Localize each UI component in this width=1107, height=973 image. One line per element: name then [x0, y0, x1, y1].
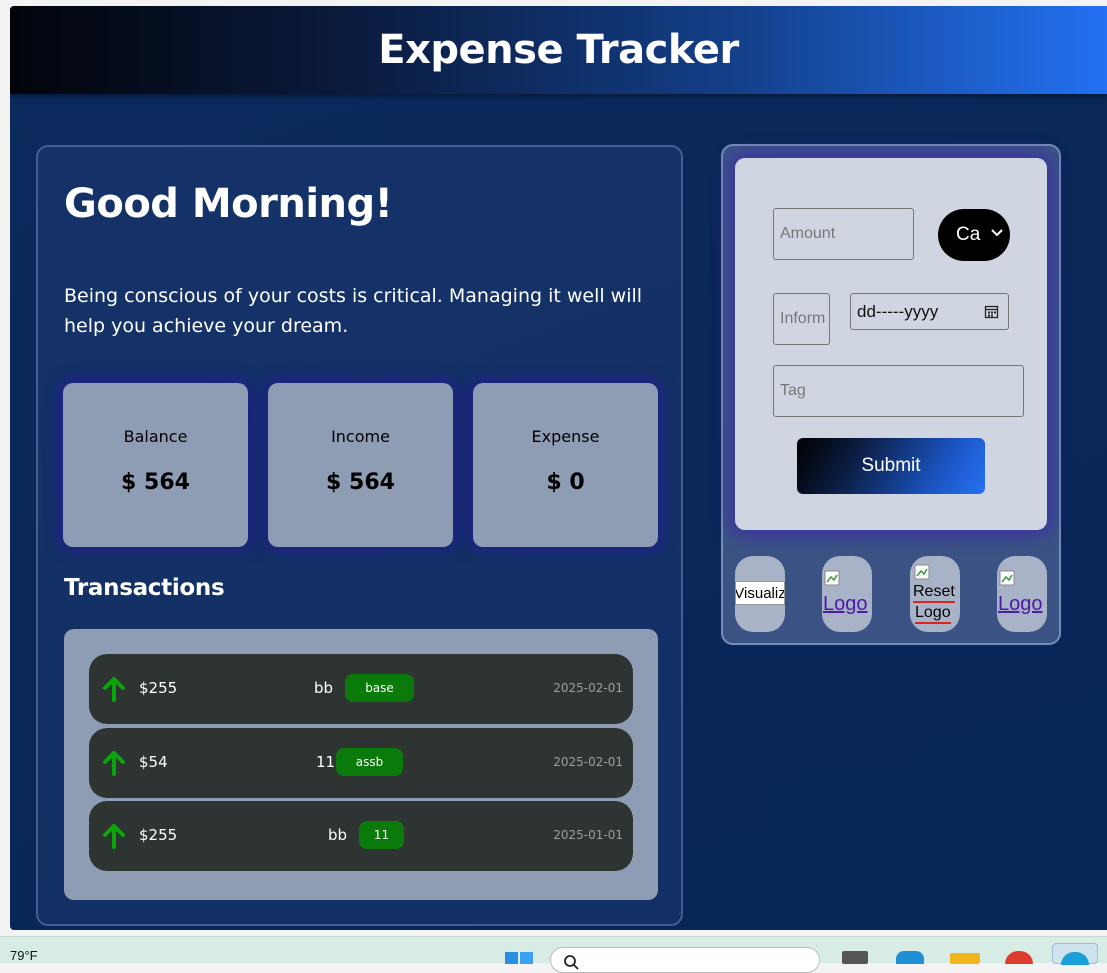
balance-card: Balance $ 564	[63, 383, 248, 547]
edge-icon[interactable]	[1052, 943, 1098, 965]
visualize-button[interactable]: Visualiz	[735, 556, 785, 632]
calendar-icon[interactable]	[984, 304, 999, 319]
chrome-icon[interactable]	[1005, 951, 1033, 964]
transaction-amount: $255	[139, 826, 178, 844]
logo-link[interactable]: Logo	[823, 593, 868, 616]
category-value: Ca	[956, 224, 981, 245]
transactions-list: $255 bb base 2025-02-01 $54 11 assb 2025…	[64, 629, 658, 900]
transaction-info: 11	[316, 753, 336, 771]
taskbar: 79°F	[0, 936, 1107, 973]
transaction-row[interactable]: $54 11 assb 2025-02-01	[89, 728, 633, 798]
reset-button[interactable]: Reset Logo	[910, 556, 960, 632]
expense-value: $ 0	[546, 470, 585, 495]
transaction-amount: $54	[139, 753, 168, 771]
broken-image-icon	[914, 564, 930, 580]
weather-readout[interactable]: 79°F	[10, 948, 38, 963]
reset-logo-alt-text: Logo	[915, 604, 951, 624]
logo-link-button-2[interactable]: Logo	[997, 556, 1047, 632]
transaction-row[interactable]: $255 bb base 2025-02-01	[89, 654, 633, 724]
taskbar-search[interactable]	[550, 947, 820, 973]
transactions-heading: Transactions	[64, 575, 225, 601]
broken-image-icon	[824, 570, 840, 586]
transaction-date: 2025-01-01	[553, 828, 623, 842]
chevron-down-icon	[991, 229, 1003, 237]
income-value: $ 564	[326, 470, 395, 495]
transaction-tag: 11	[359, 821, 404, 849]
app-icon[interactable]	[896, 951, 924, 964]
logo-link[interactable]: Logo	[998, 593, 1043, 616]
tag-input[interactable]: Tag	[773, 365, 1024, 417]
arrow-up-icon	[103, 751, 125, 776]
greeting-heading: Good Morning!	[64, 181, 393, 227]
amount-input[interactable]: Amount	[773, 208, 914, 260]
form-panel: Amount Ca Inform dd-----yyyy Tag Submit	[721, 144, 1061, 645]
transaction-date: 2025-02-01	[553, 755, 623, 769]
transaction-tag: assb	[336, 748, 403, 776]
app-window: Expense Tracker Good Morning! Being cons…	[10, 6, 1107, 930]
submit-button[interactable]: Submit	[797, 438, 985, 494]
expense-label: Expense	[531, 427, 600, 446]
transaction-date: 2025-02-01	[553, 681, 623, 695]
date-placeholder: dd-----yyyy	[857, 301, 939, 321]
income-label: Income	[331, 427, 390, 446]
visualize-alt-text: Visualiz	[735, 581, 785, 605]
search-icon	[564, 955, 579, 970]
income-card: Income $ 564	[268, 383, 453, 547]
transaction-info: bb	[328, 826, 348, 844]
date-input[interactable]: dd-----yyyy	[850, 293, 1009, 330]
transaction-info: bb	[314, 679, 334, 697]
reset-alt-text: Reset	[913, 583, 955, 603]
transaction-row[interactable]: $255 bb 11 2025-01-01	[89, 801, 633, 871]
category-select[interactable]: Ca	[938, 209, 1010, 261]
transaction-amount: $255	[139, 679, 178, 697]
transaction-form: Amount Ca Inform dd-----yyyy Tag Submit	[735, 158, 1047, 530]
dashboard-panel: Good Morning! Being conscious of your co…	[36, 145, 683, 926]
arrow-up-icon	[103, 824, 125, 849]
broken-image-icon	[999, 570, 1015, 586]
folder-icon[interactable]	[950, 953, 980, 964]
transaction-tag: base	[345, 674, 414, 702]
task-view-icon[interactable]	[842, 951, 868, 964]
balance-value: $ 564	[121, 470, 190, 495]
expense-card: Expense $ 0	[473, 383, 658, 547]
information-input[interactable]: Inform	[773, 293, 830, 345]
app-header: Expense Tracker	[10, 6, 1107, 94]
balance-label: Balance	[123, 427, 188, 446]
arrow-up-icon	[103, 677, 125, 702]
windows-start-icon[interactable]	[504, 951, 534, 964]
logo-link-button[interactable]: Logo	[822, 556, 872, 632]
page-title: Expense Tracker	[378, 27, 739, 73]
tagline-text: Being conscious of your costs is critica…	[64, 285, 643, 337]
